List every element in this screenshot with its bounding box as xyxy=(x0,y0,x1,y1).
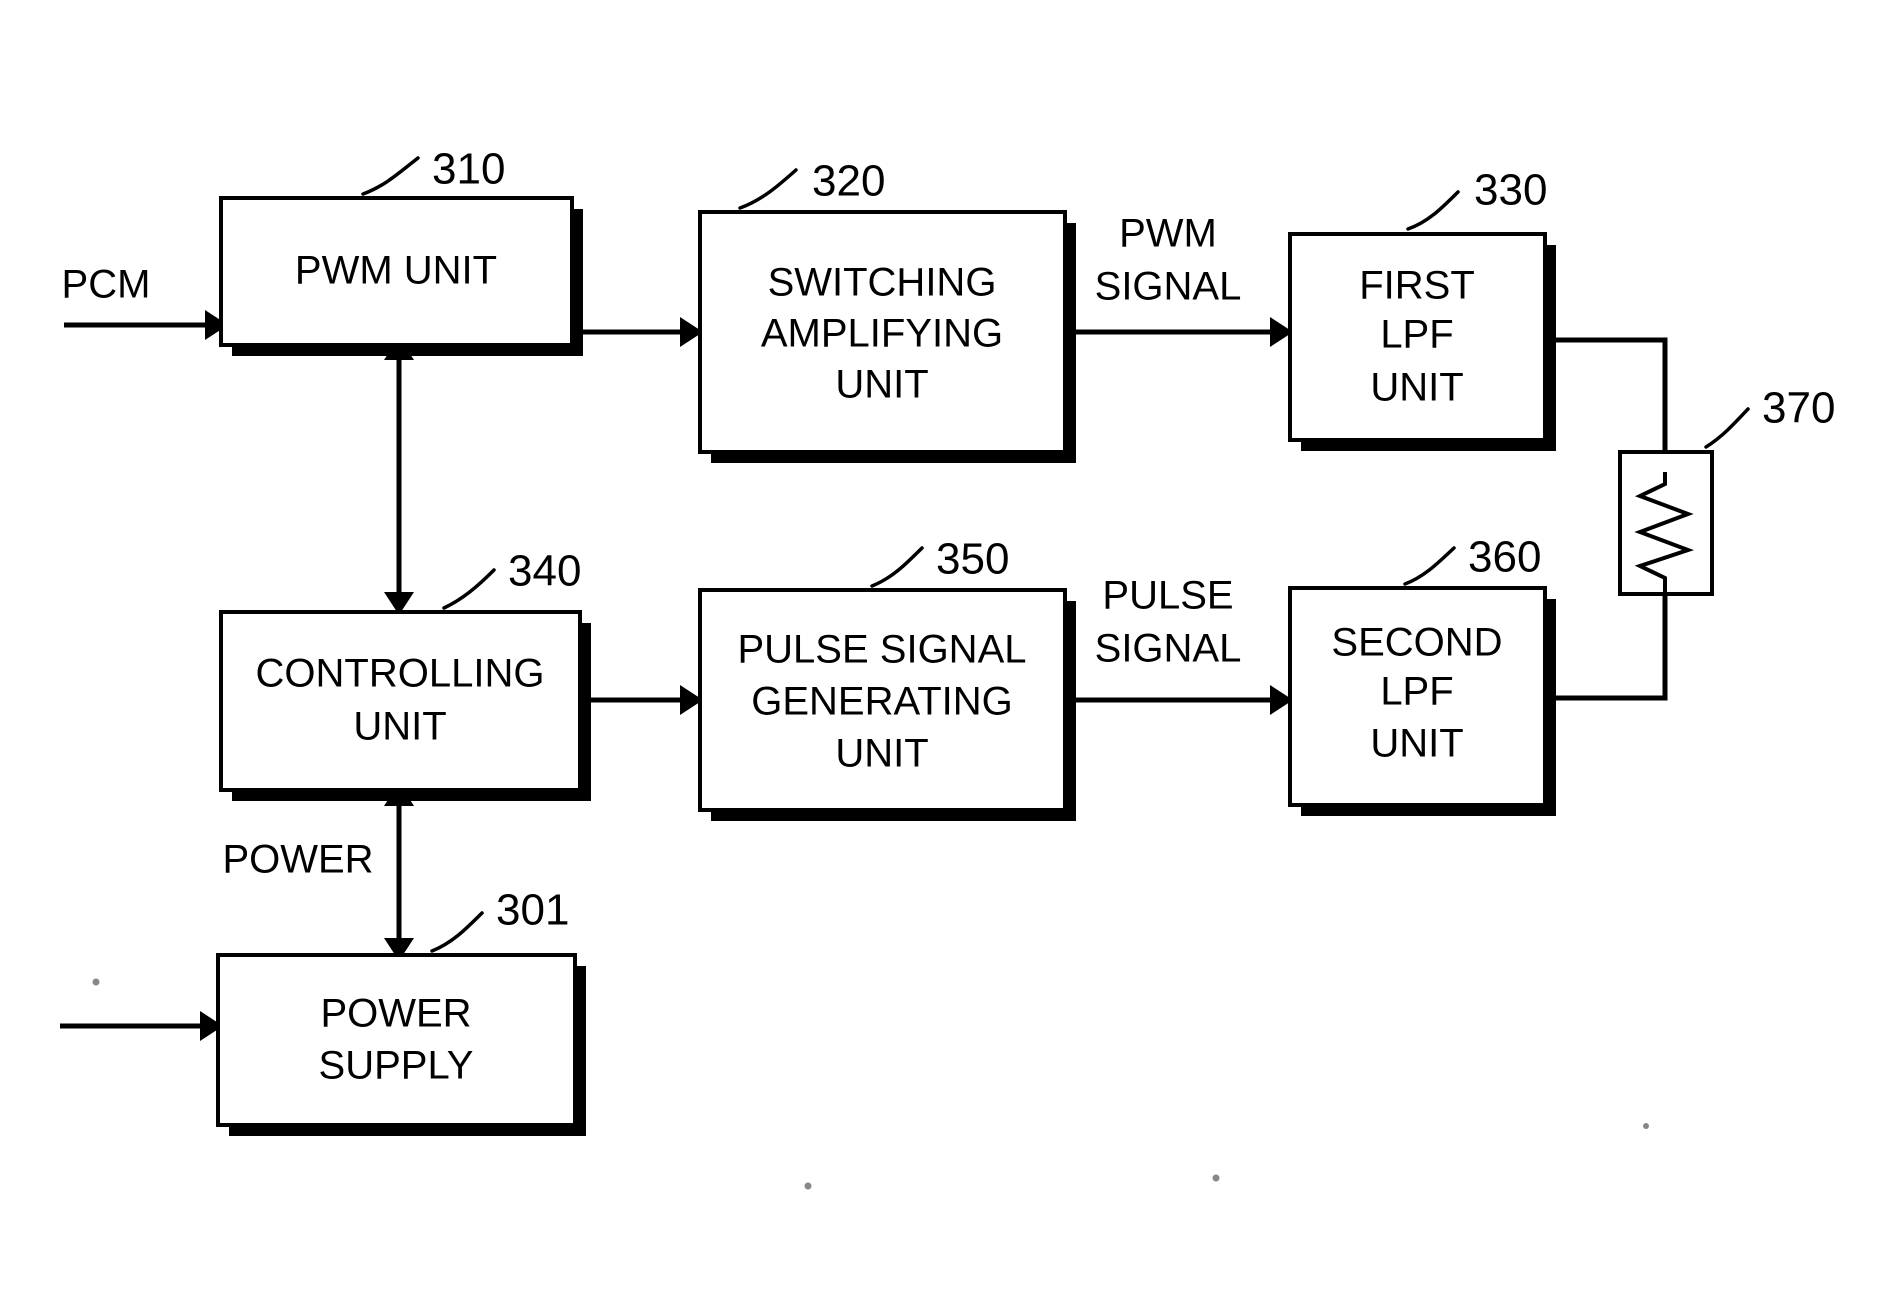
block-controlling-unit[interactable]: CONTROLLING UNIT xyxy=(219,610,591,801)
block-pulse-gen-label-line1: PULSE SIGNAL xyxy=(737,628,1026,672)
scan-speck xyxy=(804,1182,812,1190)
signal-label-pwm-signal-line1: PWM xyxy=(1119,212,1217,256)
ref-number-320: 320 xyxy=(812,157,885,206)
wire-controlling-power-supply-bidirectional xyxy=(384,783,414,961)
ref-number-370: 370 xyxy=(1762,384,1835,433)
ref-number-360: 360 xyxy=(1468,533,1541,582)
wire-switching-to-first-lpf xyxy=(1067,317,1293,347)
block-switching-label-line1: SWITCHING xyxy=(768,261,997,305)
ref-callout-320: 320 xyxy=(738,157,885,210)
block-second-lpf-label-line2: LPF xyxy=(1380,670,1453,714)
signal-label-pulse-signal-line1: PULSE xyxy=(1102,574,1233,618)
wire-controlling-to-pulse-gen xyxy=(580,685,703,715)
block-second-lpf-unit[interactable]: SECOND LPF UNIT xyxy=(1288,586,1556,816)
signal-label-power: POWER xyxy=(222,838,373,882)
block-pwm-unit-label-line1: PWM UNIT xyxy=(295,249,497,293)
ref-number-340: 340 xyxy=(508,547,581,596)
wire-first-lpf-to-resistor xyxy=(1547,337,1668,452)
ref-callout-350: 350 xyxy=(870,535,1009,588)
wire-resistor-to-second-lpf xyxy=(1547,593,1668,701)
block-switching-label-line3: UNIT xyxy=(835,363,928,407)
ref-callout-360: 360 xyxy=(1403,533,1541,586)
ref-number-330: 330 xyxy=(1474,166,1547,215)
wire-pcm-to-pwm-unit xyxy=(64,310,228,340)
block-second-lpf-label-line3: UNIT xyxy=(1370,722,1463,766)
component-load-resistor[interactable] xyxy=(1618,450,1714,596)
block-first-lpf-label-line2: LPF xyxy=(1380,313,1453,357)
ref-callout-330: 330 xyxy=(1406,166,1547,231)
scan-speck xyxy=(1643,1123,1649,1129)
block-diagram: PWM UNIT 310 SWITCHING AMPLIFYING UNIT 3… xyxy=(60,145,1835,1190)
wire-pwm-unit-controlling-bidirectional xyxy=(384,337,414,615)
ref-callout-310: 310 xyxy=(361,145,505,196)
block-first-lpf-label-line1: FIRST xyxy=(1359,264,1475,308)
signal-label-pulse-signal-line2: SIGNAL xyxy=(1095,627,1242,671)
block-controlling-label-line1: CONTROLLING xyxy=(256,652,545,696)
block-first-lpf-unit[interactable]: FIRST LPF UNIT xyxy=(1288,232,1556,451)
signal-label-pcm: PCM xyxy=(62,263,151,307)
block-controlling-label-line2: UNIT xyxy=(353,705,446,749)
scan-speck xyxy=(1212,1174,1220,1182)
ref-number-301: 301 xyxy=(496,886,569,935)
block-pulse-gen-label-line2: GENERATING xyxy=(751,680,1013,724)
ref-callout-340: 340 xyxy=(442,547,581,610)
block-pulse-signal-generating-unit[interactable]: PULSE SIGNAL GENERATING UNIT xyxy=(698,588,1076,821)
ref-number-350: 350 xyxy=(936,535,1009,584)
block-switching-amplifying-unit[interactable]: SWITCHING AMPLIFYING UNIT xyxy=(698,210,1076,463)
block-power-supply-label-line2: SUPPLY xyxy=(319,1044,474,1088)
ref-callout-370: 370 xyxy=(1704,384,1835,449)
block-power-supply-label-line1: POWER xyxy=(320,992,471,1036)
block-switching-label-line2: AMPLIFYING xyxy=(761,312,1003,356)
ref-callout-301: 301 xyxy=(430,886,569,953)
signal-label-pwm-signal-line2: SIGNAL xyxy=(1095,265,1242,309)
wire-pulse-gen-to-second-lpf xyxy=(1067,685,1293,715)
ref-number-310: 310 xyxy=(432,145,505,194)
block-second-lpf-label-line1: SECOND xyxy=(1331,621,1502,665)
wire-external-to-power-supply xyxy=(60,1011,223,1041)
block-first-lpf-label-line3: UNIT xyxy=(1370,366,1463,410)
figure-canvas: PWM UNIT 310 SWITCHING AMPLIFYING UNIT 3… xyxy=(0,0,1900,1309)
wire-pwm-unit-to-switching xyxy=(572,317,703,347)
scan-speck xyxy=(92,978,100,986)
block-pulse-gen-label-line3: UNIT xyxy=(835,732,928,776)
block-power-supply[interactable]: POWER SUPPLY xyxy=(216,953,586,1136)
block-pwm-unit[interactable]: PWM UNIT xyxy=(219,196,583,356)
